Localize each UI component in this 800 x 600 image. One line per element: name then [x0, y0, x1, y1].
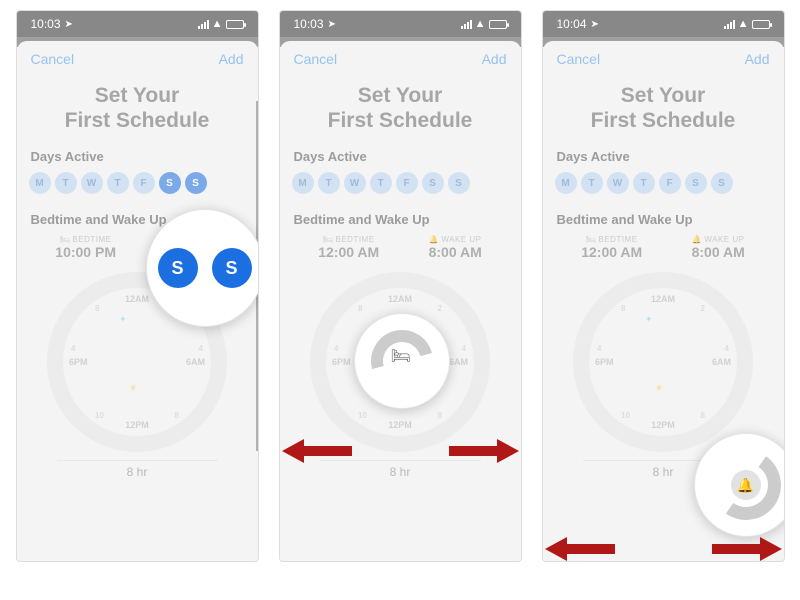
- status-time: 10:03: [31, 17, 61, 31]
- day-fri[interactable]: F: [133, 172, 155, 194]
- day-wed[interactable]: W: [607, 172, 629, 194]
- wakeup-label: 🔔WAKE UP: [429, 235, 482, 244]
- duration-label: 8 hr: [57, 460, 218, 483]
- bed-icon: 🛏: [60, 235, 71, 244]
- day-tue[interactable]: T: [318, 172, 340, 194]
- day-mon[interactable]: M: [292, 172, 314, 194]
- page-title: Set Your First Schedule: [543, 77, 784, 149]
- day-sat[interactable]: S: [422, 172, 444, 194]
- cancel-button[interactable]: Cancel: [31, 51, 75, 67]
- day-sun[interactable]: S: [448, 172, 470, 194]
- status-bar: 10:03 ➤ ▲: [280, 11, 521, 37]
- bell-handle-icon[interactable]: 🔔: [731, 470, 761, 500]
- wakeup-label: 🔔WAKE UP: [692, 235, 745, 244]
- bedtime-value: 12:00 AM: [318, 244, 379, 260]
- add-button[interactable]: Add: [219, 51, 244, 67]
- bedtime-section-label: Bedtime and Wake Up: [543, 212, 784, 235]
- battery-icon: [752, 20, 770, 29]
- location-icon: ➤: [591, 19, 599, 30]
- sparkle-icon: ✦: [645, 314, 653, 325]
- day-mon[interactable]: M: [29, 172, 51, 194]
- sun-icon: ☀: [129, 383, 137, 394]
- day-sun-magnified[interactable]: S: [212, 248, 252, 288]
- location-icon: ➤: [65, 19, 73, 30]
- cancel-button[interactable]: Cancel: [557, 51, 601, 67]
- days-row: M T W T F S S: [280, 172, 521, 212]
- day-fri[interactable]: F: [396, 172, 418, 194]
- battery-icon: [489, 20, 507, 29]
- day-tue[interactable]: T: [55, 172, 77, 194]
- day-mon[interactable]: M: [555, 172, 577, 194]
- days-active-label: Days Active: [543, 149, 784, 172]
- cancel-button[interactable]: Cancel: [294, 51, 338, 67]
- phone-panel-3: 10:04 ➤ ▲ Cancel Add Set Your First Sche…: [542, 10, 785, 562]
- battery-icon: [226, 20, 244, 29]
- status-bar: 10:04 ➤ ▲: [543, 11, 784, 37]
- bell-icon: 🔔: [692, 235, 702, 244]
- status-time: 10:03: [294, 17, 324, 31]
- day-wed[interactable]: W: [344, 172, 366, 194]
- day-sat[interactable]: S: [159, 172, 181, 194]
- days-row: M T W T F S S: [543, 172, 784, 212]
- duration-label: 8 hr: [320, 460, 481, 483]
- day-thu[interactable]: T: [370, 172, 392, 194]
- bedtime-value: 12:00 AM: [581, 244, 642, 260]
- signal-icon: [461, 20, 472, 29]
- wifi-icon: ▲: [475, 18, 486, 30]
- wifi-icon: ▲: [212, 18, 223, 30]
- status-time: 10:04: [557, 17, 587, 31]
- sheet: Cancel Add Set Your First Schedule Days …: [280, 41, 521, 561]
- bed-handle-icon[interactable]: 🛏: [391, 346, 411, 366]
- day-sun[interactable]: S: [711, 172, 733, 194]
- sleep-clock[interactable]: 12AM 6AM 12PM 6PM 2481084 ✦ ☀: [573, 272, 753, 452]
- bedtime-label: 🛏BEDTIME: [581, 235, 642, 244]
- bell-icon: 🔔: [429, 235, 439, 244]
- day-thu[interactable]: T: [633, 172, 655, 194]
- day-tue[interactable]: T: [581, 172, 603, 194]
- wakeup-value: 8:00 AM: [429, 244, 482, 260]
- bed-icon: 🛏: [586, 235, 597, 244]
- bedtime-value: 10:00 PM: [55, 244, 116, 260]
- bedtime-label: 🛏BEDTIME: [318, 235, 379, 244]
- add-button[interactable]: Add: [745, 51, 770, 67]
- day-thu[interactable]: T: [107, 172, 129, 194]
- phone-panel-1: 10:03 ➤ ▲ Cancel Add Set Your First Sche…: [16, 10, 259, 562]
- day-fri[interactable]: F: [659, 172, 681, 194]
- magnifier-wakeup-handle: 🔔: [694, 433, 785, 537]
- days-active-label: Days Active: [17, 149, 258, 172]
- signal-icon: [724, 20, 735, 29]
- days-active-label: Days Active: [280, 149, 521, 172]
- signal-icon: [198, 20, 209, 29]
- bedtime-label: 🛏BEDTIME: [55, 235, 116, 244]
- drag-arrows: [280, 439, 521, 463]
- sparkle-icon: ✦: [119, 314, 127, 325]
- sheet: Cancel Add Set Your First Schedule Days …: [17, 41, 258, 561]
- magnifier-bedtime-handle: 🛏: [354, 313, 450, 409]
- page-title: Set Your First Schedule: [280, 77, 521, 149]
- day-sun[interactable]: S: [185, 172, 207, 194]
- sun-icon: ☀: [655, 383, 663, 394]
- add-button[interactable]: Add: [482, 51, 507, 67]
- bedtime-section-label: Bedtime and Wake Up: [280, 212, 521, 235]
- page-title: Set Your First Schedule: [17, 77, 258, 149]
- sheet: Cancel Add Set Your First Schedule Days …: [543, 41, 784, 561]
- day-wed[interactable]: W: [81, 172, 103, 194]
- day-sat[interactable]: S: [685, 172, 707, 194]
- location-icon: ➤: [328, 19, 336, 30]
- wakeup-value: 8:00 AM: [692, 244, 745, 260]
- phone-panel-2: 10:03 ➤ ▲ Cancel Add Set Your First Sche…: [279, 10, 522, 562]
- wifi-icon: ▲: [738, 18, 749, 30]
- day-sat-magnified[interactable]: S: [158, 248, 198, 288]
- magnifier-days: S S: [146, 209, 259, 327]
- bed-icon: 🛏: [323, 235, 334, 244]
- days-row: M T W T F S S: [17, 172, 258, 212]
- drag-arrows: [543, 537, 784, 561]
- status-bar: 10:03 ➤ ▲: [17, 11, 258, 37]
